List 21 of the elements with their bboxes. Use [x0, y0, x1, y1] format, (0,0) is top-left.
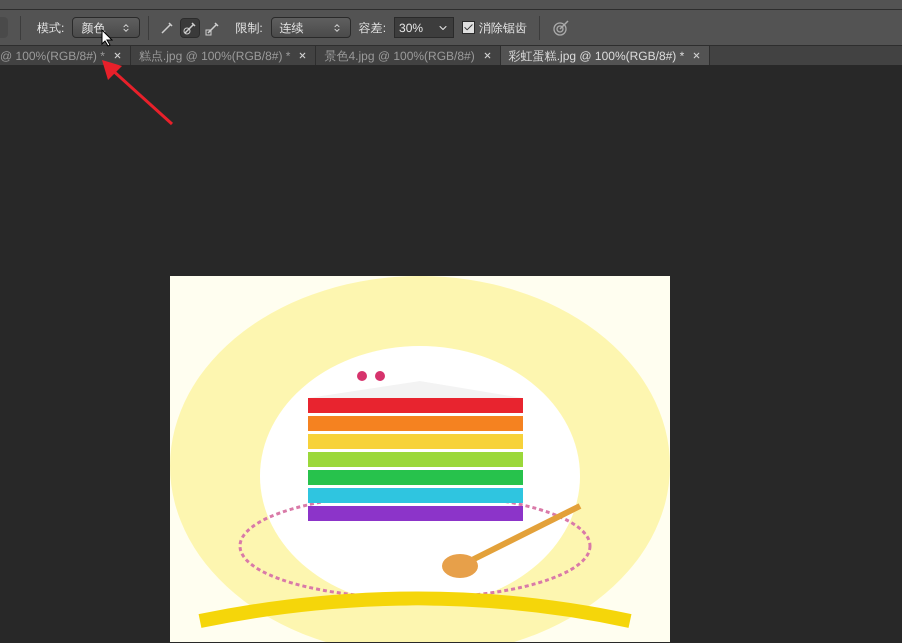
mode-label: 模式: — [37, 20, 64, 36]
limit-select[interactable]: 连续 — [270, 17, 351, 38]
document-tab[interactable]: @ 100%(RGB/8#) * — [0, 46, 131, 65]
check-icon — [463, 22, 474, 33]
checkbox-box[interactable] — [462, 21, 476, 34]
sample-mode-button[interactable] — [180, 18, 200, 38]
eyedropper-icon — [205, 20, 222, 36]
document-tab[interactable]: 彩虹蛋糕.jpg @ 100%(RGB/8#) * — [500, 46, 710, 65]
tolerance-label: 容差: — [358, 20, 386, 36]
eyedropper-icon — [159, 20, 176, 36]
close-icon[interactable] — [692, 51, 702, 60]
eyedropper-icon — [182, 20, 198, 36]
close-icon[interactable] — [112, 51, 122, 60]
close-icon[interactable] — [482, 51, 492, 60]
updown-icon — [121, 22, 132, 32]
antialias-checkbox[interactable]: 消除锯齿 — [462, 18, 528, 36]
updown-icon — [332, 22, 342, 32]
close-icon[interactable] — [298, 51, 308, 60]
limit-label: 限制: — [235, 20, 263, 36]
pressure-target-icon[interactable] — [552, 18, 570, 36]
tolerance-field[interactable]: 30% — [394, 17, 454, 38]
